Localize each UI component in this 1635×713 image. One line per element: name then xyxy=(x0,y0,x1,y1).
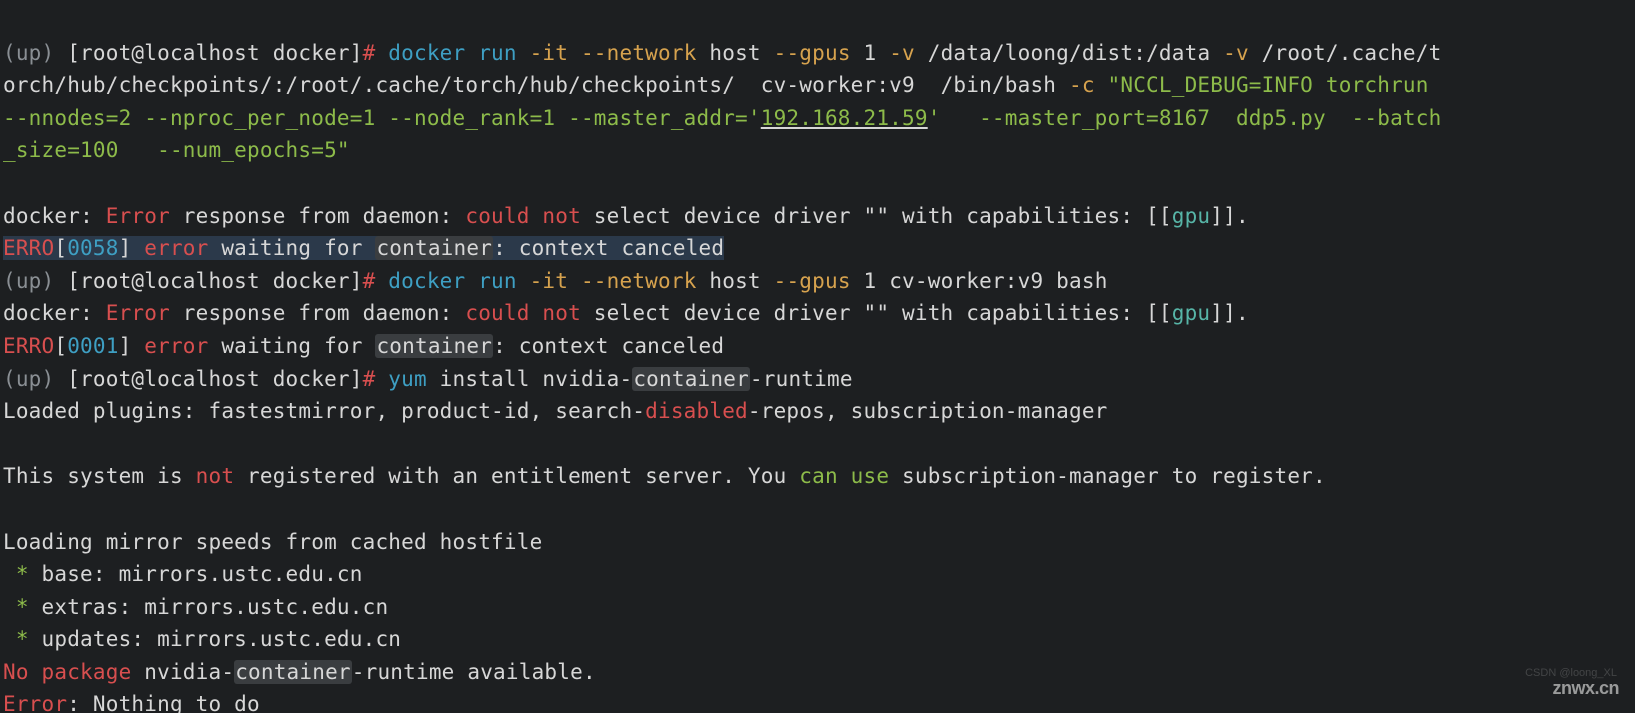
docker-cmd: docker xyxy=(388,41,465,65)
flag-v1: -v xyxy=(889,41,915,65)
line-loading: Loading mirror speeds from cached hostfi… xyxy=(3,530,542,554)
addr-quote-close: ' xyxy=(928,106,941,130)
disabled-word: disabled xyxy=(645,399,748,423)
val-gpus: 1 xyxy=(851,41,890,65)
torchrun-args-c: _size=100 --num_epochs=5" xyxy=(3,138,350,162)
venv-indicator: (up) xyxy=(3,269,67,293)
val-network: host xyxy=(697,269,774,293)
line-err2: docker: Error response from daemon: coul… xyxy=(3,301,1249,325)
prompt-hash: # xyxy=(363,269,389,293)
erro-tag: ERRO xyxy=(3,334,54,358)
shell-prompt: [root@localhost docker] xyxy=(67,367,362,391)
line-2: orch/hub/checkpoints/:/root/.cache/torch… xyxy=(3,73,1454,97)
error-word: Error xyxy=(3,692,67,713)
error-word: error xyxy=(144,334,208,358)
flag-network: --network xyxy=(581,41,697,65)
watermark: znwx.cn xyxy=(1552,678,1619,699)
line-cmd2: (up) [root@localhost docker]# docker run… xyxy=(3,269,1108,293)
line-3: --nnodes=2 --nproc_per_node=1 --node_ran… xyxy=(3,106,1441,130)
erro-code: 0001 xyxy=(67,334,118,358)
line-err1: docker: Error response from daemon: coul… xyxy=(3,204,1249,228)
flag-it: -it xyxy=(530,41,581,65)
prompt-hash: # xyxy=(363,41,389,65)
line-4: _size=100 --num_epochs=5" xyxy=(3,138,350,162)
line-erro2: ERRO[0001] error waiting for container: … xyxy=(3,334,724,358)
line-register: This system is not registered with an en… xyxy=(3,464,1326,488)
val-v1: /data/loong/dist:/data xyxy=(915,41,1223,65)
bash-cmd: bash xyxy=(1056,269,1107,293)
master-addr-ip: 192.168.21.59 xyxy=(761,106,928,130)
addr-quote-open: ' xyxy=(748,106,761,130)
flag-gpus: --gpus xyxy=(774,41,851,65)
flag-c: -c xyxy=(1069,73,1108,97)
star-bullet: * xyxy=(3,562,42,586)
terminal-output[interactable]: (up) [root@localhost docker]# docker run… xyxy=(0,0,1635,713)
val-v2: /root/.cache/t xyxy=(1249,41,1442,65)
prompt-hash: # xyxy=(363,367,389,391)
error-word: Error xyxy=(106,301,170,325)
error-word: error xyxy=(144,236,208,260)
run-subcmd: run xyxy=(465,41,529,65)
could-word: could xyxy=(465,301,529,325)
torchrun-args-b: --master_port=8167 ddp5.py --batch xyxy=(941,106,1442,130)
could-word: could xyxy=(465,204,529,228)
line-erro1: ERRO[0058] error waiting for container: … xyxy=(3,236,724,260)
container-highlight: container xyxy=(234,660,352,684)
val-network: host xyxy=(697,41,774,65)
star-bullet: * xyxy=(3,627,42,651)
flag-v2: -v xyxy=(1223,41,1249,65)
can-word: can xyxy=(799,464,838,488)
container-highlight: container xyxy=(632,367,750,391)
no-package-word: No package xyxy=(3,660,131,684)
line-mirror-updates: * updates: mirrors.ustc.edu.cn xyxy=(3,627,401,651)
not-word: not xyxy=(542,204,581,228)
shell-prompt: [root@localhost docker] xyxy=(67,41,362,65)
line-cmd3: (up) [root@localhost docker]# yum instal… xyxy=(3,367,853,391)
flag-gpus: --gpus xyxy=(774,269,851,293)
bin-bash: /bin/bash xyxy=(941,73,1069,97)
torchrun-args-a: --nnodes=2 --nproc_per_node=1 --node_ran… xyxy=(3,106,748,130)
error-word: Error xyxy=(106,204,170,228)
line-mirror-extras: * extras: mirrors.ustc.edu.cn xyxy=(3,595,388,619)
line-1: (up) [root@localhost docker]# docker run… xyxy=(3,41,1441,65)
line-nopkg: No package nvidia-container-runtime avai… xyxy=(3,660,596,684)
yum-cmd: yum xyxy=(388,367,427,391)
wrap-path: orch/hub/checkpoints/:/root/.cache/torch… xyxy=(3,73,761,97)
gpu-word: gpu xyxy=(1172,301,1211,325)
image-tag: cv-worker:v9 xyxy=(761,73,941,97)
docker-word: docker xyxy=(3,301,80,325)
star-bullet: * xyxy=(3,595,42,619)
gpu-word: gpu xyxy=(1172,204,1211,228)
not-word: not xyxy=(196,464,235,488)
venv-indicator: (up) xyxy=(3,41,67,65)
docker-cmd: docker xyxy=(388,269,465,293)
erro-code: 0058 xyxy=(67,236,118,260)
use-word: use xyxy=(851,464,890,488)
flag-it: -it xyxy=(530,269,581,293)
line-yum-plugins: Loaded plugins: fastestmirror, product-i… xyxy=(3,399,1108,423)
container-highlight: container xyxy=(375,334,493,358)
docker-word: docker xyxy=(3,204,80,228)
run-subcmd: run xyxy=(465,269,529,293)
flag-network: --network xyxy=(581,269,697,293)
venv-indicator: (up) xyxy=(3,367,67,391)
line-mirror-base: * base: mirrors.ustc.edu.cn xyxy=(3,562,363,586)
shell-prompt: [root@localhost docker] xyxy=(67,269,362,293)
quoted-arg-start: "NCCL_DEBUG=INFO torchrun xyxy=(1108,73,1455,97)
image-tag: cv-worker:v9 xyxy=(889,269,1056,293)
container-highlight: container xyxy=(375,236,493,260)
not-word: not xyxy=(542,301,581,325)
line-error-end: Error: Nothing to do xyxy=(3,692,260,713)
val-gpus: 1 xyxy=(851,269,890,293)
erro-tag: ERRO xyxy=(3,236,54,260)
